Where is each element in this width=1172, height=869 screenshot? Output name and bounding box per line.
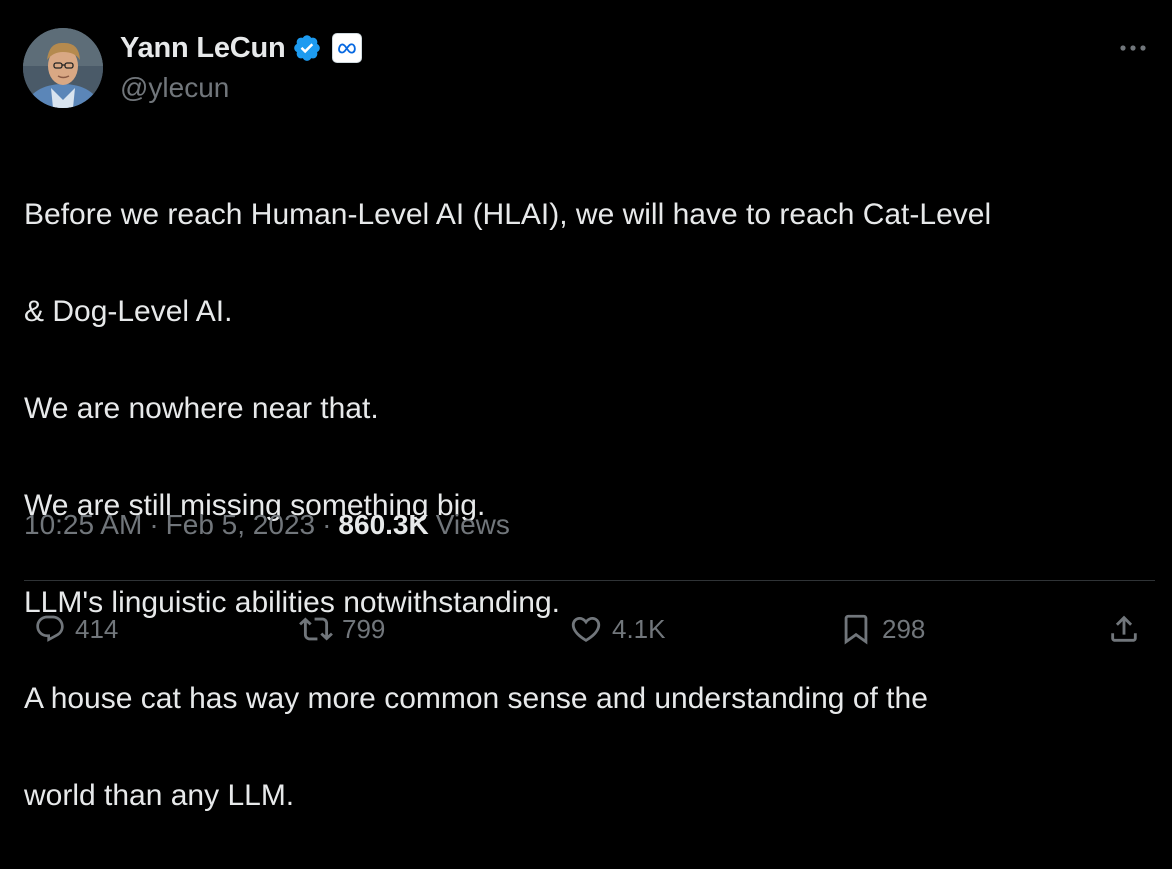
share-icon bbox=[1111, 615, 1137, 642]
repost-button[interactable]: 799 bbox=[299, 604, 385, 654]
tweet-date[interactable]: Feb 5, 2023 bbox=[166, 509, 315, 541]
author-handle[interactable]: @ylecun bbox=[120, 72, 229, 104]
meta-logo-icon[interactable] bbox=[331, 33, 362, 63]
tweet-text-line: We are nowhere near that. bbox=[24, 392, 379, 426]
repost-count: 799 bbox=[342, 613, 386, 644]
share-button[interactable] bbox=[1107, 604, 1141, 654]
like-button[interactable]: 4.1K bbox=[569, 604, 666, 654]
tweet-text-line: & Dog-Level AI. bbox=[24, 295, 233, 329]
tweet-text: Before we reach Human-Level AI (HLAI), w… bbox=[24, 143, 1148, 869]
tweet-meta: 10:25 AM · Feb 5, 2023 · 860.3K Views bbox=[24, 509, 510, 541]
avatar[interactable] bbox=[23, 28, 103, 108]
views-label: Views bbox=[435, 509, 510, 540]
tweet-time[interactable]: 10:25 AM bbox=[24, 509, 142, 541]
like-count: 4.1K bbox=[612, 613, 666, 644]
repost-icon bbox=[299, 617, 333, 641]
action-bar: 414 799 4.1K 298 bbox=[24, 604, 1155, 654]
divider bbox=[24, 580, 1155, 581]
bookmark-icon bbox=[844, 614, 868, 645]
meta-separator: · bbox=[322, 509, 332, 540]
tweet-text-line: A house cat has way more common sense an… bbox=[24, 682, 928, 716]
tweet-text-line: Before we reach Human-Level AI (HLAI), w… bbox=[24, 198, 992, 232]
display-name[interactable]: Yann LeCun bbox=[120, 32, 286, 65]
heart-icon bbox=[571, 616, 601, 642]
author-name-row: Yann LeCun bbox=[120, 30, 362, 66]
meta-separator: · bbox=[149, 509, 159, 540]
reply-button[interactable]: 414 bbox=[34, 604, 118, 654]
bookmark-button[interactable]: 298 bbox=[839, 604, 925, 654]
verified-badge-icon[interactable] bbox=[292, 33, 322, 63]
tweet-card: Yann LeCun @ylecun Before we reach Human… bbox=[0, 0, 1172, 812]
more-options-icon[interactable] bbox=[1116, 34, 1150, 62]
tweet-text-line: world than any LLM. bbox=[24, 779, 295, 813]
views-count: 860.3K bbox=[338, 509, 429, 540]
reply-icon bbox=[36, 615, 64, 642]
bookmark-count: 298 bbox=[882, 613, 926, 644]
reply-count: 414 bbox=[75, 613, 119, 644]
